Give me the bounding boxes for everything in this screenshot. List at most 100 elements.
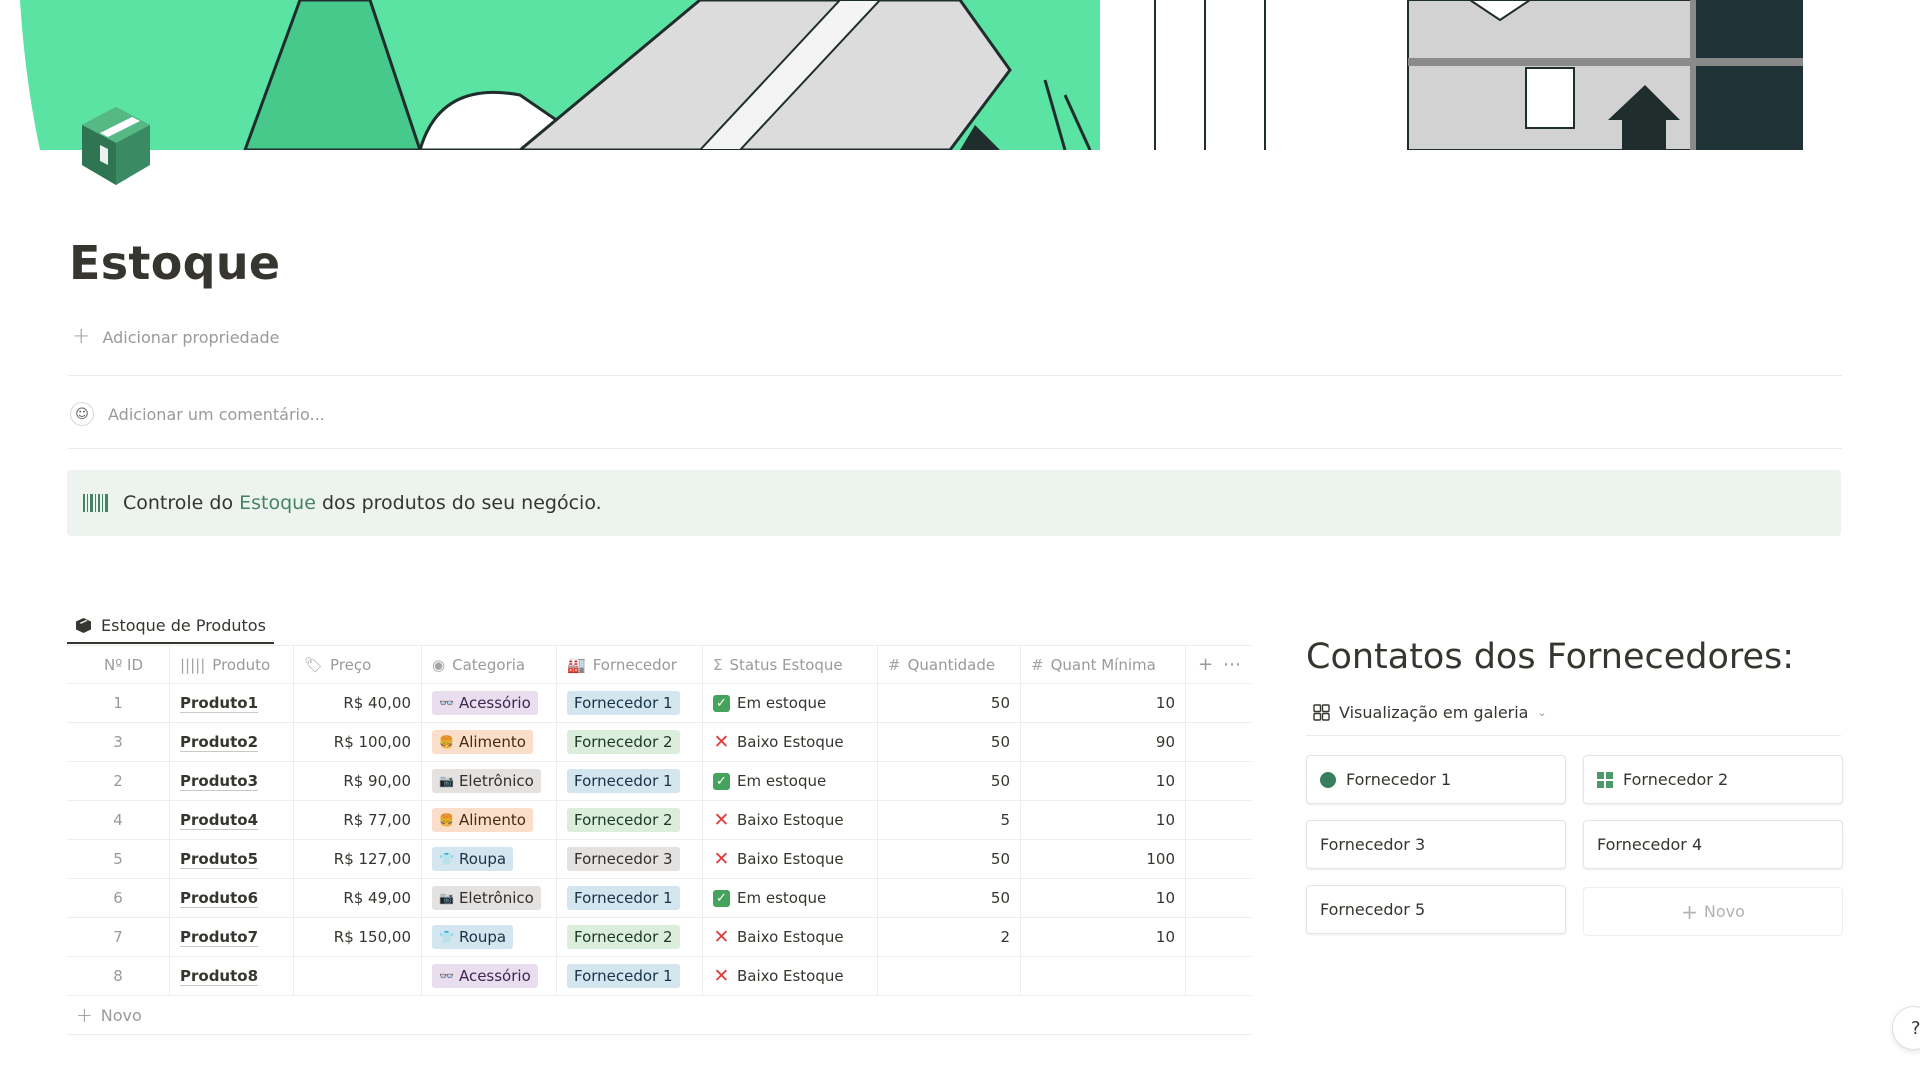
table-row[interactable]: 2 Produto3 R$ 90,00 📷 Eletrônico Fornecedor 1… bbox=[67, 762, 1251, 801]
table-row[interactable]: 4 Produto4 R$ 77,00 🍔 Alimento Fornecedor 2 ✕ B… bbox=[67, 801, 1251, 840]
cell-quantidade[interactable]: 50 bbox=[878, 762, 1021, 800]
cell-produto[interactable]: Produto8 bbox=[170, 957, 294, 995]
cell-produto[interactable]: Produto3 bbox=[170, 762, 294, 800]
cell-preco[interactable]: R$ 100,00 bbox=[294, 723, 422, 761]
cell-categoria[interactable]: 📷 Eletrônico bbox=[422, 762, 557, 800]
cell-fornecedor[interactable]: Fornecedor 2 bbox=[557, 801, 703, 839]
cell-minima[interactable]: 90 bbox=[1021, 723, 1186, 761]
cell-produto[interactable]: Produto1 bbox=[170, 684, 294, 722]
cell-categoria[interactable]: 👓 Acessório bbox=[422, 957, 557, 995]
quantity-value: 50 bbox=[990, 889, 1010, 907]
product-name-link[interactable]: Produto7 bbox=[180, 928, 259, 947]
help-label: ? bbox=[1911, 1017, 1920, 1039]
add-row-button[interactable]: + Novo bbox=[67, 996, 1251, 1035]
gallery-view-selector[interactable]: Visualização em galeria ⌄ bbox=[1313, 703, 1547, 722]
cell-preco[interactable]: R$ 49,00 bbox=[294, 879, 422, 917]
cell-produto[interactable]: Produto6 bbox=[170, 879, 294, 917]
supplier-card[interactable]: Fornecedor 3 bbox=[1306, 820, 1566, 869]
table-row[interactable]: 6 Produto6 R$ 49,00 📷 Eletrônico Fornecedor 1… bbox=[67, 879, 1251, 918]
table-row[interactable]: 3 Produto2 R$ 100,00 🍔 Alimento Fornecedor 2 ✕… bbox=[67, 723, 1251, 762]
product-name-link[interactable]: Produto1 bbox=[180, 694, 259, 713]
cell-categoria[interactable]: 👓 Acessório bbox=[422, 684, 557, 722]
add-column-icon[interactable]: + bbox=[1198, 654, 1213, 675]
cell-quantidade[interactable]: 2 bbox=[878, 918, 1021, 956]
cell-quantidade[interactable]: 50 bbox=[878, 723, 1021, 761]
gallery-view-label: Visualização em galeria bbox=[1339, 703, 1529, 722]
cell-fornecedor[interactable]: Fornecedor 2 bbox=[557, 723, 703, 761]
callout-block[interactable]: Controle do Estoque dos produtos do seu … bbox=[67, 470, 1841, 536]
more-options-icon[interactable]: ⋯ bbox=[1223, 654, 1241, 675]
supplier-card[interactable]: Fornecedor 1 bbox=[1306, 755, 1566, 804]
column-header-quantidade[interactable]: # Quantidade bbox=[878, 646, 1021, 683]
cell-minima[interactable]: 10 bbox=[1021, 918, 1186, 956]
page-title[interactable]: Estoque bbox=[69, 236, 280, 290]
cell-fornecedor[interactable]: Fornecedor 2 bbox=[557, 918, 703, 956]
column-header-categoria[interactable]: ◉ Categoria bbox=[422, 646, 557, 683]
cell-preco[interactable]: R$ 127,00 bbox=[294, 840, 422, 878]
cell-fornecedor[interactable]: Fornecedor 1 bbox=[557, 684, 703, 722]
cell-status: ✕ Baixo Estoque bbox=[703, 840, 878, 878]
supplier-card[interactable]: Fornecedor 4 bbox=[1583, 820, 1843, 869]
table-row[interactable]: 5 Produto5 R$ 127,00 👕 Roupa Fornecedor 3 ✕ Bai… bbox=[67, 840, 1251, 879]
cell-categoria[interactable]: 📷 Eletrônico bbox=[422, 879, 557, 917]
column-header-fornecedor[interactable]: 🏭 Fornecedor bbox=[557, 646, 703, 683]
cell-preco[interactable] bbox=[294, 957, 422, 995]
cell-produto[interactable]: Produto2 bbox=[170, 723, 294, 761]
product-name-link[interactable]: Produto6 bbox=[180, 889, 259, 908]
cell-fornecedor[interactable]: Fornecedor 1 bbox=[557, 879, 703, 917]
column-header-preco[interactable]: 🏷 Preço bbox=[294, 646, 422, 683]
cell-quantidade[interactable]: 50 bbox=[878, 840, 1021, 878]
cell-categoria[interactable]: 🍔 Alimento bbox=[422, 801, 557, 839]
product-name-link[interactable]: Produto2 bbox=[180, 733, 259, 752]
cell-produto[interactable]: Produto4 bbox=[170, 801, 294, 839]
comment-input[interactable]: ☺ Adicionar um comentário... bbox=[70, 402, 325, 426]
column-header-produto[interactable]: ||||| Produto bbox=[170, 646, 294, 683]
id-value: 6 bbox=[113, 889, 123, 907]
cell-quantidade[interactable]: 50 bbox=[878, 684, 1021, 722]
product-name-link[interactable]: Produto8 bbox=[180, 967, 259, 986]
cell-preco[interactable]: R$ 150,00 bbox=[294, 918, 422, 956]
database-view-tab[interactable]: Estoque de Produtos bbox=[67, 608, 274, 644]
cell-produto[interactable]: Produto7 bbox=[170, 918, 294, 956]
category-tag: 👕 Roupa bbox=[432, 925, 514, 949]
cell-categoria[interactable]: 🍔 Alimento bbox=[422, 723, 557, 761]
cell-minima[interactable]: 10 bbox=[1021, 801, 1186, 839]
product-name-link[interactable]: Produto5 bbox=[180, 850, 259, 869]
cell-preco[interactable]: R$ 40,00 bbox=[294, 684, 422, 722]
table-row[interactable]: 1 Produto1 R$ 40,00 👓 Acessório Fornecedor 1 ✓… bbox=[67, 684, 1251, 723]
cell-minima[interactable]: 10 bbox=[1021, 684, 1186, 722]
cell-minima[interactable]: 10 bbox=[1021, 879, 1186, 917]
cell-produto[interactable]: Produto5 bbox=[170, 840, 294, 878]
user-avatar: ☺ bbox=[70, 402, 94, 426]
cell-preco[interactable]: R$ 90,00 bbox=[294, 762, 422, 800]
help-button[interactable]: ? bbox=[1892, 1006, 1920, 1050]
supplier-card[interactable]: Fornecedor 5 bbox=[1306, 885, 1566, 934]
cell-fornecedor[interactable]: Fornecedor 1 bbox=[557, 762, 703, 800]
cell-minima[interactable]: 100 bbox=[1021, 840, 1186, 878]
cell-quantidade[interactable]: 5 bbox=[878, 801, 1021, 839]
callout-highlight: Estoque bbox=[239, 492, 316, 514]
supplier-card-label: Fornecedor 1 bbox=[1346, 770, 1452, 789]
cell-fornecedor[interactable]: Fornecedor 1 bbox=[557, 957, 703, 995]
new-supplier-card-button[interactable]: + Novo bbox=[1583, 887, 1843, 936]
table-row[interactable]: 8 Produto8 👓 Acessório Fornecedor 1 ✕ Baixo Es… bbox=[67, 957, 1251, 996]
cell-minima[interactable]: 10 bbox=[1021, 762, 1186, 800]
cell-preco[interactable]: R$ 77,00 bbox=[294, 801, 422, 839]
cell-categoria[interactable]: 👕 Roupa bbox=[422, 840, 557, 878]
cell-quantidade[interactable]: 50 bbox=[878, 879, 1021, 917]
supplier-card[interactable]: Fornecedor 2 bbox=[1583, 755, 1843, 804]
callout-text-before: Controle do bbox=[123, 492, 240, 514]
column-header-minima[interactable]: # Quant Mínima bbox=[1021, 646, 1186, 683]
table-row[interactable]: 7 Produto7 R$ 150,00 👕 Roupa Fornecedor 2 ✕ Bai… bbox=[67, 918, 1251, 957]
page-icon-cube[interactable] bbox=[78, 105, 154, 187]
product-name-link[interactable]: Produto3 bbox=[180, 772, 259, 791]
product-name-link[interactable]: Produto4 bbox=[180, 811, 259, 830]
column-header-status[interactable]: Σ Status Estoque bbox=[703, 646, 878, 683]
cell-categoria[interactable]: 👕 Roupa bbox=[422, 918, 557, 956]
column-header-id[interactable]: Nº ID bbox=[67, 646, 170, 683]
cell-fornecedor[interactable]: Fornecedor 3 bbox=[557, 840, 703, 878]
cell-minima[interactable] bbox=[1021, 957, 1186, 995]
cell-quantidade[interactable] bbox=[878, 957, 1021, 995]
page-cover[interactable] bbox=[0, 0, 1806, 150]
add-property-button[interactable]: + Adicionar propriedade bbox=[72, 326, 280, 348]
